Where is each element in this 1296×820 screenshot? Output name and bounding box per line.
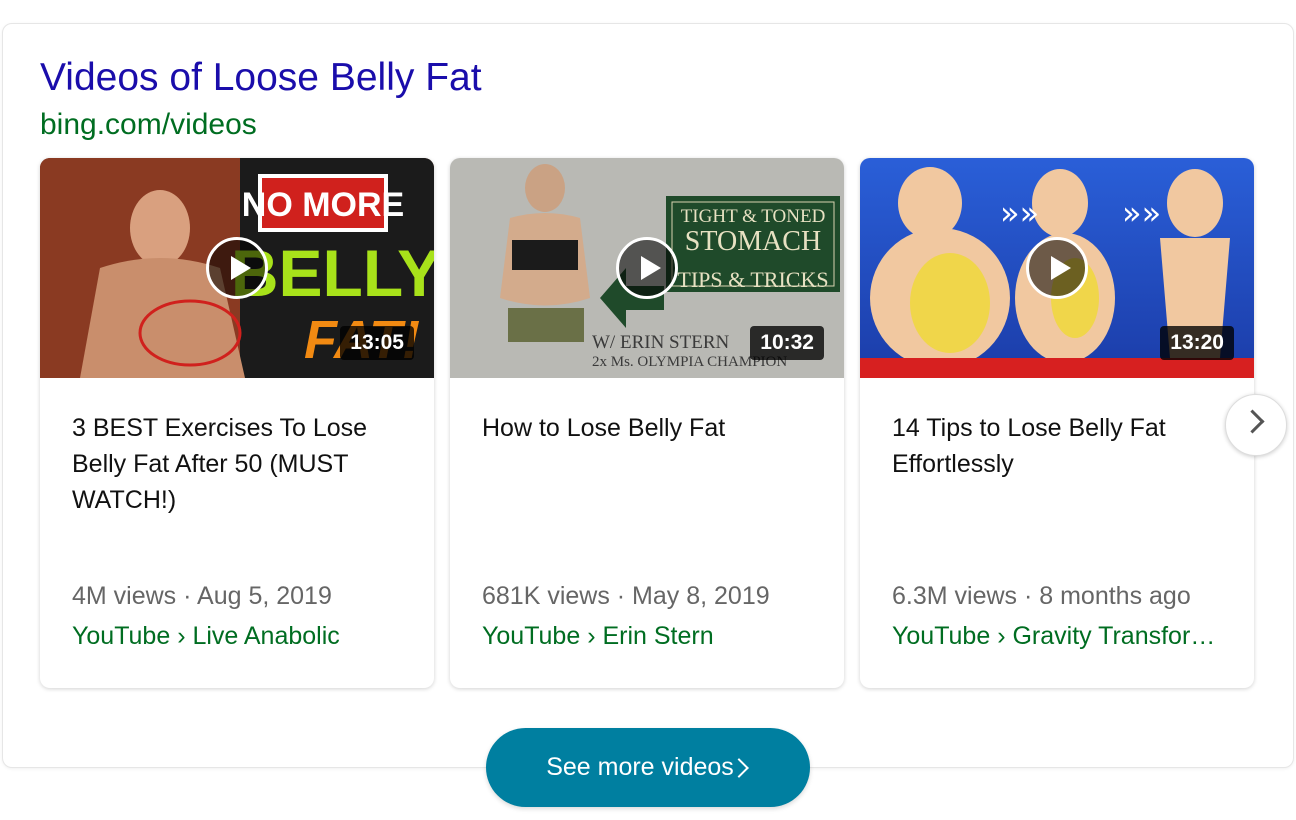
thumb-text-2c: TIPS & TRICKS — [677, 267, 828, 292]
video-title-3[interactable]: 14 Tips to Lose Belly Fat Effortlessly — [892, 410, 1222, 482]
duration-badge: 13:20 — [1160, 326, 1234, 360]
play-icon[interactable] — [616, 237, 678, 299]
section-title-link[interactable]: Videos of Loose Belly Fat — [40, 56, 482, 100]
thumb-text-2b: STOMACH — [685, 226, 821, 257]
video-title-1[interactable]: 3 BEST Exercises To Lose Belly Fat After… — [72, 410, 402, 518]
carousel-next-button[interactable] — [1225, 394, 1287, 456]
duration-badge: 13:05 — [340, 326, 414, 360]
video-channel-1: YouTube › Live Anabolic — [72, 622, 340, 650]
video-card-1[interactable]: NO MORE BELLY FAT! 13:05 3 BEST Exercise… — [40, 158, 434, 688]
see-more-label: See more videos — [546, 753, 734, 781]
video-meta-3: 6.3M views · 8 months ago — [892, 582, 1191, 610]
video-channel-3: YouTube › Gravity Transfor… — [892, 622, 1216, 650]
play-icon[interactable] — [1026, 237, 1088, 299]
video-thumbnail-1[interactable]: NO MORE BELLY FAT! 13:05 — [40, 158, 434, 378]
video-thumbnail-3[interactable]: »» »» 13:20 — [860, 158, 1254, 378]
svg-text:»»: »» — [1122, 194, 1161, 232]
svg-text:»»: »» — [1000, 194, 1039, 232]
video-card-2[interactable]: TIGHT & TONED STOMACH TIPS & TRICKS W/ E… — [450, 158, 844, 688]
play-icon[interactable] — [206, 237, 268, 299]
source-url: bing.com/videos — [40, 108, 257, 141]
video-meta-1: 4M views · Aug 5, 2019 — [72, 582, 332, 610]
thumb-text-1a: NO MORE — [242, 186, 404, 224]
video-card-3[interactable]: »» »» 13:20 14 Tips to Lose Belly Fat Ef… — [860, 158, 1254, 688]
video-channel-2: YouTube › Erin Stern — [482, 622, 714, 650]
video-title-2[interactable]: How to Lose Belly Fat — [482, 410, 812, 446]
see-more-videos-button[interactable]: See more videos — [486, 728, 810, 807]
thumb-text-2a: TIGHT & TONED — [681, 206, 826, 227]
video-meta-2: 681K views · May 8, 2019 — [482, 582, 770, 610]
thumb-text-2d: W/ ERIN STERN — [592, 332, 729, 353]
video-thumbnail-2[interactable]: TIGHT & TONED STOMACH TIPS & TRICKS W/ E… — [450, 158, 844, 378]
chevron-right-icon — [1240, 409, 1265, 434]
duration-badge: 10:32 — [750, 326, 824, 360]
